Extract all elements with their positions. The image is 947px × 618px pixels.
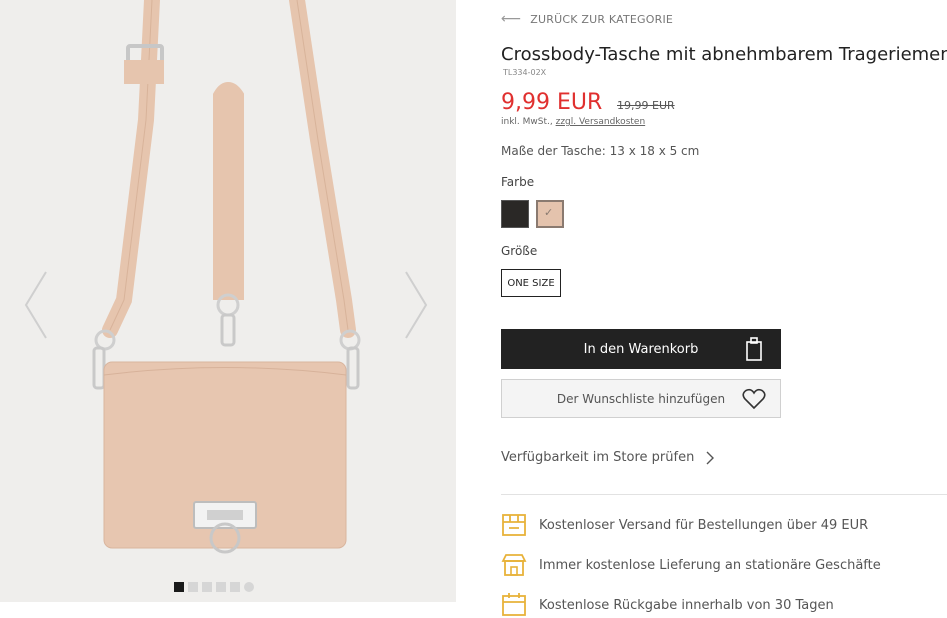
gallery-pagination	[174, 582, 254, 592]
old-price: 19,99 EUR	[617, 99, 675, 112]
chevron-left-icon	[24, 271, 47, 339]
gallery-dot[interactable]	[244, 582, 254, 592]
check-store-availability-link[interactable]: Verfügbarkeit im Store prüfen	[501, 450, 715, 465]
benefit-text: Immer kostenlose Lieferung an stationäre…	[539, 557, 881, 573]
add-to-cart-button[interactable]: In den Warenkorb	[501, 329, 781, 369]
size-label: Größe	[501, 244, 538, 258]
size-option-one-size[interactable]: ONE SIZE	[501, 269, 561, 297]
back-link-label: ZURÜCK ZUR KATEGORIE	[530, 12, 674, 26]
shipping-box-icon	[502, 514, 526, 536]
add-to-cart-label: In den Warenkorb	[583, 341, 699, 357]
product-image	[0, 0, 456, 602]
color-swatch-black[interactable]	[501, 200, 529, 228]
back-to-category-link[interactable]: ⟵ ZURÜCK ZUR KATEGORIE	[501, 11, 673, 27]
wishlist-label: Der Wunschliste hinzufügen	[556, 391, 726, 406]
color-swatch-beige[interactable]: ✓	[536, 200, 564, 228]
divider	[501, 494, 947, 495]
gallery-dot[interactable]	[174, 582, 184, 592]
benefit-text: Kostenloser Versand für Bestellungen übe…	[539, 517, 869, 533]
calendar-icon	[502, 593, 526, 616]
benefit-free-returns: Kostenlose Rückgabe innerhalb von 30 Tag…	[501, 592, 834, 618]
heart-icon	[742, 388, 766, 410]
add-to-wishlist-button[interactable]: Der Wunschliste hinzufügen	[501, 379, 781, 418]
gallery-dot[interactable]	[216, 582, 226, 592]
chevron-right-icon	[405, 271, 428, 339]
benefit-text: Kostenlose Rückgabe innerhalb von 30 Tag…	[539, 597, 834, 613]
chevron-right-icon	[706, 451, 715, 464]
gallery-next-button[interactable]	[404, 270, 428, 340]
shipping-costs-link[interactable]: zzgl. Versandkosten	[556, 117, 646, 127]
availability-label: Verfügbarkeit im Store prüfen	[501, 450, 695, 465]
shopping-bag-icon	[746, 337, 762, 361]
product-sku: TL334-02X	[503, 68, 547, 77]
color-label: Farbe	[501, 175, 535, 189]
product-info: ⟵ ZURÜCK ZUR KATEGORIE Crossbody-Tasche …	[501, 0, 947, 616]
benefit-store-delivery: Immer kostenlose Lieferung an stationäre…	[501, 552, 881, 578]
product-image-gallery	[0, 0, 456, 602]
product-dimensions: Maße der Tasche: 13 x 18 x 5 cm	[501, 144, 700, 158]
current-price: 9,99 EUR	[501, 90, 603, 115]
store-icon	[501, 554, 527, 576]
gallery-dot[interactable]	[202, 582, 212, 592]
product-title: Crossbody-Tasche mit abnehmbarem Trageri…	[501, 44, 947, 65]
gallery-dot[interactable]	[230, 582, 240, 592]
tax-note-text: inkl. MwSt.,	[501, 117, 556, 127]
checkmark-icon: ✓	[544, 206, 554, 219]
gallery-dot[interactable]	[188, 582, 198, 592]
gallery-prev-button[interactable]	[24, 270, 48, 340]
tax-note: inkl. MwSt., zzgl. Versandkosten	[501, 117, 645, 127]
benefit-free-shipping: Kostenloser Versand für Bestellungen übe…	[501, 512, 868, 538]
arrow-left-icon: ⟵	[501, 11, 522, 27]
